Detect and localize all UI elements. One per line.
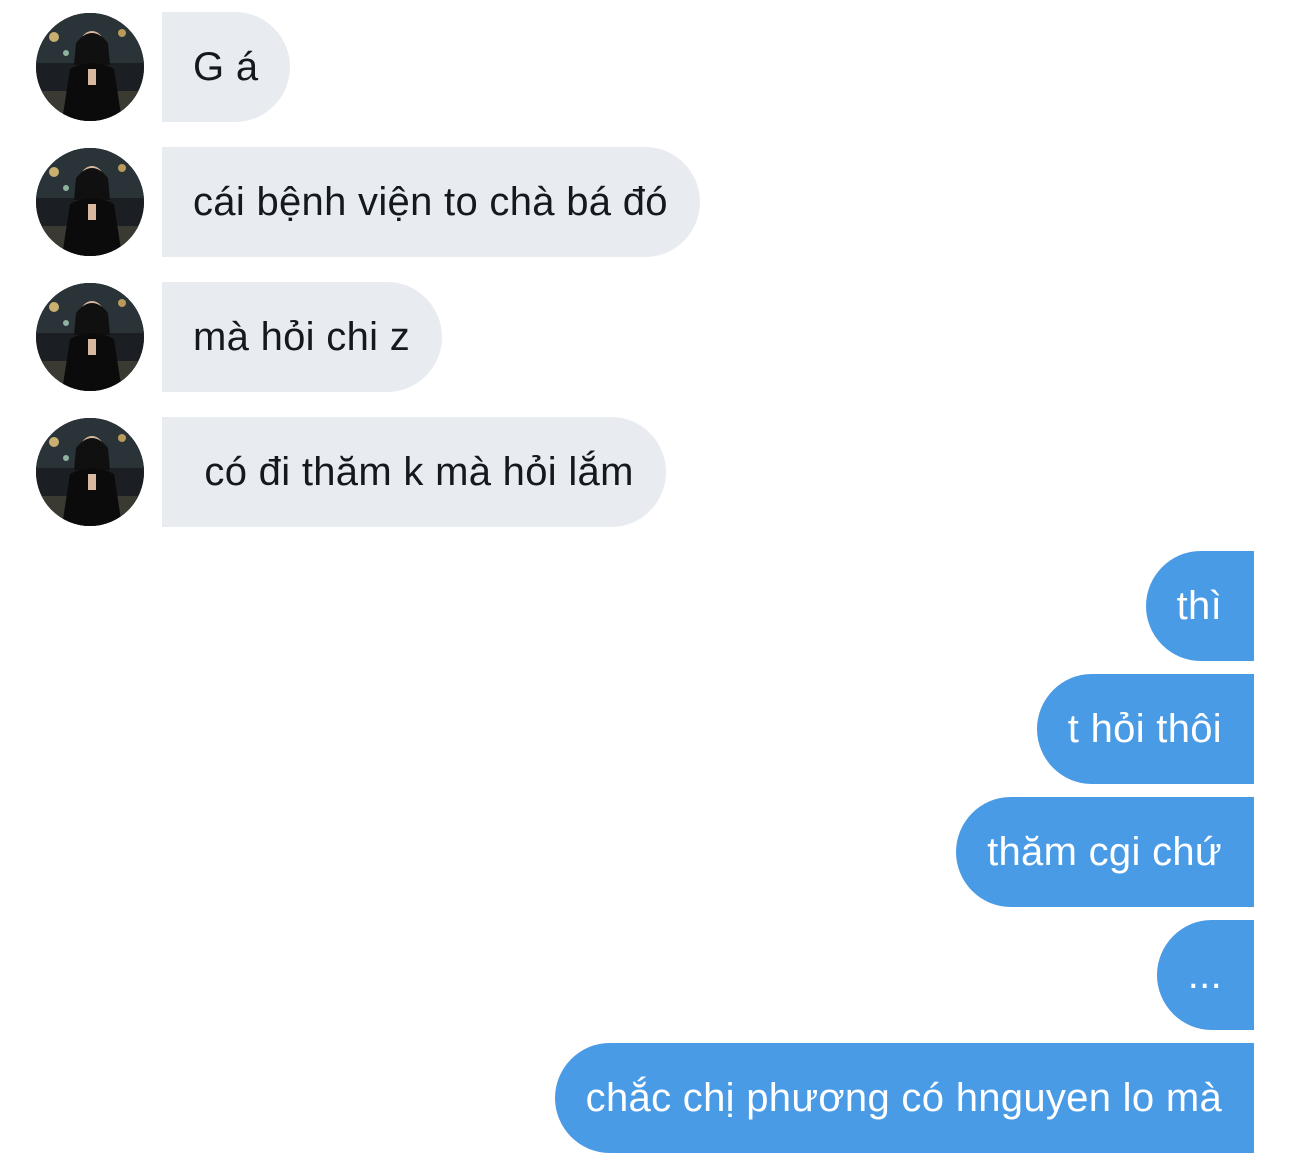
incoming-message-bubble[interactable]: G á [162, 12, 291, 122]
contact-avatar[interactable] [36, 13, 144, 121]
incoming-message-bubble[interactable]: mà hỏi chi z [162, 282, 443, 392]
outgoing-message-bubble[interactable]: chắc chị phương có hnguyen lo mà [554, 1043, 1254, 1153]
message-text: thì [1176, 583, 1222, 628]
profile-photo-icon [36, 283, 144, 391]
chat-thread: G á cái bệnh viện to chà bá đó mà hỏi ch… [0, 0, 1290, 1154]
outgoing-message-bubble[interactable]: ... [1156, 920, 1254, 1030]
message-text: cái bệnh viện to chà bá đó [193, 179, 668, 224]
incoming-message-bubble[interactable]: có đi thăm k mà hỏi lắm [162, 417, 666, 527]
message-text: thăm cgi chứ [987, 829, 1222, 874]
outgoing-message-bubble[interactable]: thăm cgi chứ [956, 797, 1254, 907]
message-text: có đi thăm k mà hỏi lắm [193, 449, 634, 494]
profile-photo-icon [36, 13, 144, 121]
contact-avatar[interactable] [36, 148, 144, 256]
message-text: G á [193, 44, 259, 89]
message-text: t hỏi thôi [1067, 706, 1222, 751]
incoming-message-bubble[interactable]: cái bệnh viện to chà bá đó [162, 147, 700, 257]
contact-avatar[interactable] [36, 418, 144, 526]
message-text: ... [1187, 952, 1222, 997]
message-text: mà hỏi chi z [193, 314, 411, 359]
message-text: chắc chị phương có hnguyen lo mà [585, 1075, 1222, 1120]
profile-photo-icon [36, 148, 144, 256]
profile-photo-icon [36, 418, 144, 526]
contact-avatar[interactable] [36, 283, 144, 391]
outgoing-message-bubble[interactable]: thì [1145, 551, 1254, 661]
outgoing-message-bubble[interactable]: t hỏi thôi [1036, 674, 1254, 784]
